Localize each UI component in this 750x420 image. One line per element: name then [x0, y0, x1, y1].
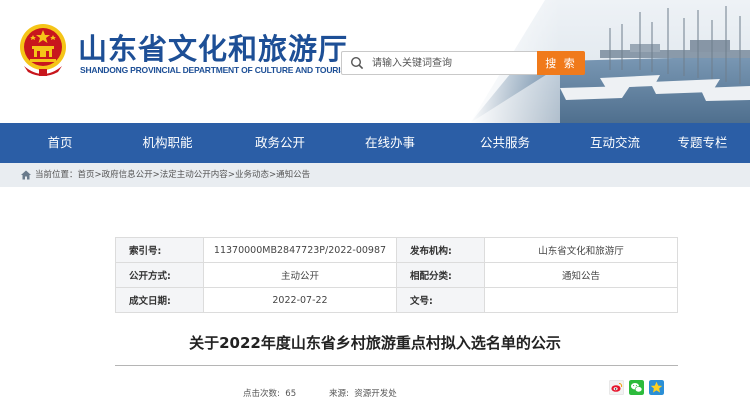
- table-row: 公开方式: 主动公开 相配分类: 通知公告: [115, 262, 678, 288]
- main-nav: 首页 机构职能 政务公开 在线办事 公共服务 互动交流 专题专栏: [0, 123, 750, 163]
- home-icon: [21, 170, 31, 180]
- search-icon: [350, 56, 364, 70]
- document-number-label: 文号:: [396, 287, 485, 313]
- breadcrumb-item-home[interactable]: 首页: [78, 170, 95, 180]
- document-number-value: [484, 287, 678, 313]
- category-label: 相配分类:: [396, 262, 485, 288]
- nav-item-interaction[interactable]: 互动交流: [575, 123, 655, 163]
- national-emblem-icon: [20, 24, 66, 76]
- weibo-icon[interactable]: [609, 380, 624, 395]
- breadcrumb-separator: >: [94, 170, 102, 180]
- site-subtitle: SHANDONG PROVINCIAL DEPARTMENT OF CULTUR…: [80, 65, 353, 75]
- index-number-label: 索引号:: [115, 237, 204, 263]
- nav-item-functions[interactable]: 机构职能: [120, 123, 215, 163]
- breadcrumb-item-business-news[interactable]: 业务动态: [235, 170, 269, 180]
- breadcrumb-item-notices[interactable]: 通知公告: [276, 170, 310, 180]
- breadcrumb: 当前位置：首页>政府信息公开>法定主动公开内容>业务动态>通知公告: [0, 163, 750, 187]
- breadcrumb-separator: >: [268, 170, 277, 180]
- wechat-icon[interactable]: [629, 380, 644, 395]
- article-source: 来源: 资源开发处: [329, 387, 397, 399]
- document-info-table: 索引号: 11370000MB2847723P/2022-00987 发布机构:…: [115, 237, 678, 313]
- nav-item-online-services[interactable]: 在线办事: [345, 123, 435, 163]
- breadcrumb-separator: >: [152, 170, 160, 180]
- written-date-label: 成文日期:: [115, 287, 204, 313]
- nav-item-home[interactable]: 首页: [0, 123, 120, 163]
- breadcrumb-item-statutory-content[interactable]: 法定主动公开内容: [160, 170, 228, 180]
- category-value: 通知公告: [484, 262, 678, 288]
- search-box: [341, 51, 538, 75]
- breadcrumb-prefix: 当前位置：: [35, 170, 78, 180]
- disclosure-method-value: 主动公开: [203, 262, 397, 288]
- article-title: 关于2022年度山东省乡村旅游重点村拟入选名单的公示: [189, 334, 561, 352]
- disclosure-method-label: 公开方式:: [115, 262, 204, 288]
- nav-item-gov-affairs[interactable]: 政务公开: [215, 123, 345, 163]
- title-divider: [115, 365, 678, 366]
- publisher-value: 山东省文化和旅游厅: [484, 237, 678, 263]
- site-title: 山东省文化和旅游厅: [78, 32, 349, 66]
- source-label: 来源:: [329, 389, 349, 399]
- view-count: 点击次数: 65: [243, 387, 296, 399]
- site-header: 山东省文化和旅游厅 SHANDONG PROVINCIAL DEPARTMENT…: [0, 0, 750, 123]
- nav-item-public-services[interactable]: 公共服务: [435, 123, 575, 163]
- search-button[interactable]: 搜 索: [537, 51, 585, 75]
- breadcrumb-trail: 当前位置：首页>政府信息公开>法定主动公开内容>业务动态>通知公告: [35, 168, 310, 180]
- breadcrumb-separator: >: [227, 170, 235, 180]
- source-value: 资源开发处: [354, 389, 397, 399]
- index-number-value: 11370000MB2847723P/2022-00987: [203, 237, 397, 263]
- written-date-value: 2022-07-22: [203, 287, 397, 313]
- qzone-icon[interactable]: [649, 380, 664, 395]
- publisher-label: 发布机构:: [396, 237, 485, 263]
- view-count-label: 点击次数:: [243, 389, 280, 399]
- table-row: 成文日期: 2022-07-22 文号:: [115, 287, 678, 313]
- nav-item-special-topics[interactable]: 专题专栏: [655, 123, 750, 163]
- table-row: 索引号: 11370000MB2847723P/2022-00987 发布机构:…: [115, 237, 678, 263]
- view-count-value: 65: [285, 389, 297, 399]
- breadcrumb-item-info-disclosure[interactable]: 政府信息公开: [102, 170, 153, 180]
- search-input[interactable]: [372, 52, 532, 74]
